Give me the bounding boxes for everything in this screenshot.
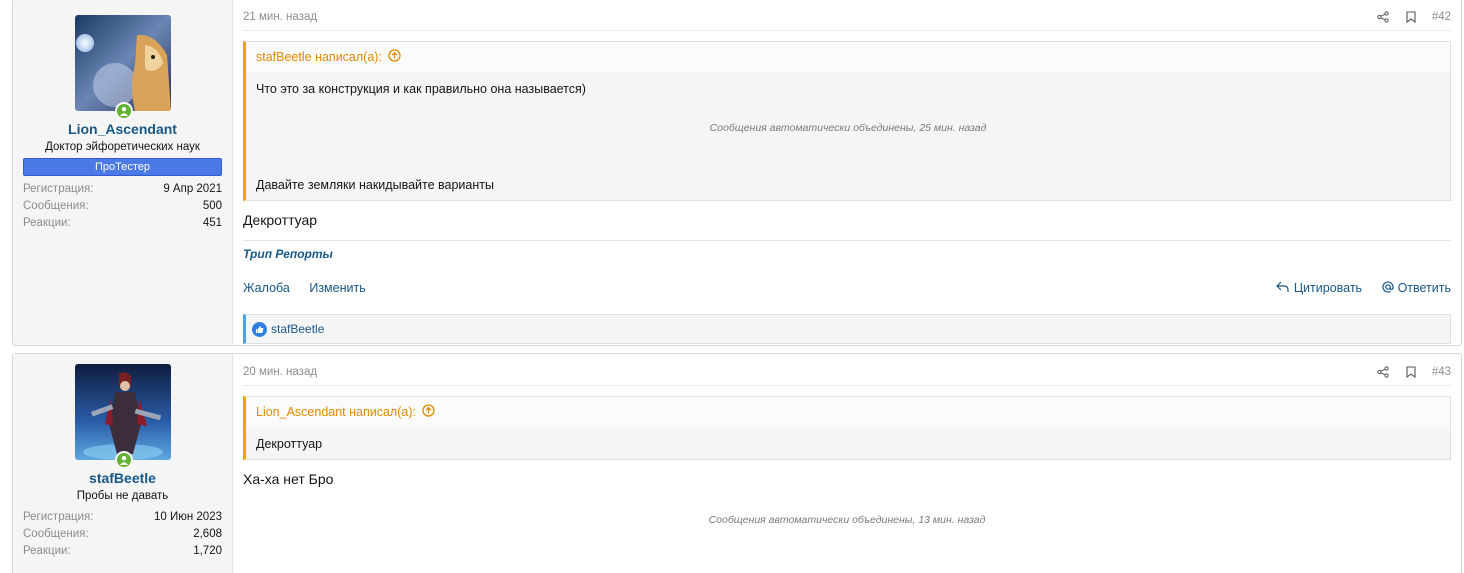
username[interactable]: Lion_Ascendant — [23, 121, 222, 137]
arrow-up-circle-icon[interactable] — [388, 49, 401, 65]
user-title: Доктор эйфоретических наук — [45, 141, 200, 153]
quote-reply-icon — [1275, 281, 1290, 296]
quote-body: Декроттуар — [246, 427, 1450, 461]
message-text: Декроттуар — [243, 212, 318, 228]
quote-button[interactable]: Цитировать — [1275, 281, 1363, 296]
message-text: Ха-ха нет Бро — [243, 471, 334, 487]
stat-value[interactable]: 500 — [203, 198, 222, 215]
user-banner: ПроТестер — [23, 158, 222, 176]
quote-block: stafBeetle написал(а): Что это за констр… — [243, 41, 1451, 201]
merged-notice: Сообщения автоматически объединены, 13 м… — [708, 514, 986, 526]
attribution-actions: #42 — [1376, 10, 1451, 24]
stat-value[interactable]: 2,608 — [193, 526, 222, 543]
reaction-user[interactable]: stafBeetle — [271, 322, 324, 336]
post-date[interactable]: 20 мин. назад — [243, 366, 317, 378]
share-icon[interactable] — [1376, 365, 1390, 379]
actions-right: Цитировать Ответить — [1260, 280, 1451, 296]
message-main: 20 мин. назад #43 Lion_Ascendant написал… — [233, 354, 1461, 573]
stat-value: 10 Июн 2023 — [153, 511, 222, 523]
signature: Трип Репорты — [243, 240, 1451, 266]
quote-header[interactable]: stafBeetle написал(а): — [246, 42, 1450, 72]
actions-left: Жалоба Изменить — [243, 281, 382, 295]
avatar[interactable] — [74, 15, 171, 111]
bookmark-icon[interactable] — [1404, 10, 1418, 24]
stat-label: Регистрация: — [23, 183, 94, 195]
post-number[interactable]: #43 — [1432, 366, 1451, 378]
user-stats: Регистрация: 9 Апр 2021 Сообщения: 500 Реа… — [23, 181, 222, 232]
message-main: 21 мин. назад #42 stafBeetle написал(а):… — [233, 0, 1461, 345]
arrow-up-circle-icon[interactable] — [422, 404, 435, 420]
quote-label: Цитировать — [1293, 281, 1363, 295]
message-actions: Жалоба Изменить Цитировать Ответить — [243, 270, 1451, 306]
stat-label: Реакции: — [23, 217, 71, 229]
signature-link[interactable]: Трип Репорты — [243, 247, 333, 261]
reply-label: Ответить — [1397, 281, 1451, 295]
reactions-bar[interactable]: stafBeetle — [243, 314, 1451, 344]
merged-notice: Сообщения автоматически объединены, 25 м… — [709, 122, 987, 134]
quote-block: Lion_Ascendant написал(а): Декроттуар — [243, 396, 1451, 460]
at-sign-icon — [1381, 280, 1394, 296]
reply-button[interactable]: Ответить — [1381, 280, 1451, 296]
user-stats: Регистрация: 10 Июн 2023 Сообщения: 2,608 … — [23, 509, 222, 560]
attribution-actions: #43 — [1376, 365, 1451, 379]
post-43: stafBeetle Пробы не давать Регистрация: 1… — [12, 353, 1462, 573]
post-42: Lion_Ascendant Доктор эйфоретических нау… — [12, 0, 1462, 346]
avatar[interactable] — [74, 364, 171, 460]
lion-avatar-image — [74, 15, 171, 111]
stat-label: Сообщения: — [23, 528, 89, 540]
stat-registration: Регистрация: 10 Июн 2023 — [23, 509, 222, 526]
quote-text: Что это за конструкция и как правильно о… — [256, 82, 586, 96]
stat-reactions: Реакции: 1,720 — [23, 543, 222, 560]
avatar-wrapper — [74, 15, 171, 120]
share-icon[interactable] — [1376, 10, 1390, 24]
quote-author[interactable]: stafBeetle написал(а): — [256, 50, 382, 64]
stat-label: Сообщения: — [23, 200, 89, 212]
username[interactable]: stafBeetle — [23, 470, 222, 486]
report-link[interactable]: Жалоба — [243, 281, 290, 295]
stat-messages: Сообщения: 2,608 — [23, 526, 222, 543]
stat-label: Реакции: — [23, 545, 71, 557]
message-attribution: 21 мин. назад #42 — [243, 0, 1451, 31]
quote-text: Декроттуар — [256, 437, 323, 451]
post-date[interactable]: 21 мин. назад — [243, 11, 317, 23]
stat-label: Регистрация: — [23, 511, 94, 523]
stat-messages: Сообщения: 500 — [23, 198, 222, 215]
stat-reactions: Реакции: 451 — [23, 215, 222, 232]
quote-text: Давайте земляки накидывайте варианты — [256, 178, 494, 192]
quote-body: Что это за конструкция и как правильно о… — [246, 72, 1450, 200]
stat-value: 1,720 — [193, 545, 222, 557]
user-panel: Lion_Ascendant Доктор эйфоретических нау… — [13, 0, 233, 345]
stat-value: 451 — [202, 217, 222, 229]
message-attribution: 20 мин. назад #43 — [243, 354, 1451, 386]
quote-author[interactable]: Lion_Ascendant написал(а): — [256, 405, 416, 419]
quote-header[interactable]: Lion_Ascendant написал(а): — [246, 397, 1450, 427]
user-panel: stafBeetle Пробы не давать Регистрация: 1… — [13, 354, 233, 573]
stat-registration: Регистрация: 9 Апр 2021 — [23, 181, 222, 198]
like-icon — [252, 321, 267, 337]
character-avatar-image — [74, 364, 171, 460]
avatar-wrapper — [74, 364, 171, 469]
online-status-icon — [114, 102, 133, 120]
bookmark-icon[interactable] — [1404, 365, 1418, 379]
edit-link[interactable]: Изменить — [309, 281, 365, 295]
stat-value: 9 Апр 2021 — [163, 183, 222, 195]
online-status-icon — [114, 451, 133, 469]
post-number[interactable]: #42 — [1432, 11, 1451, 23]
user-title: Пробы не давать — [76, 490, 169, 502]
